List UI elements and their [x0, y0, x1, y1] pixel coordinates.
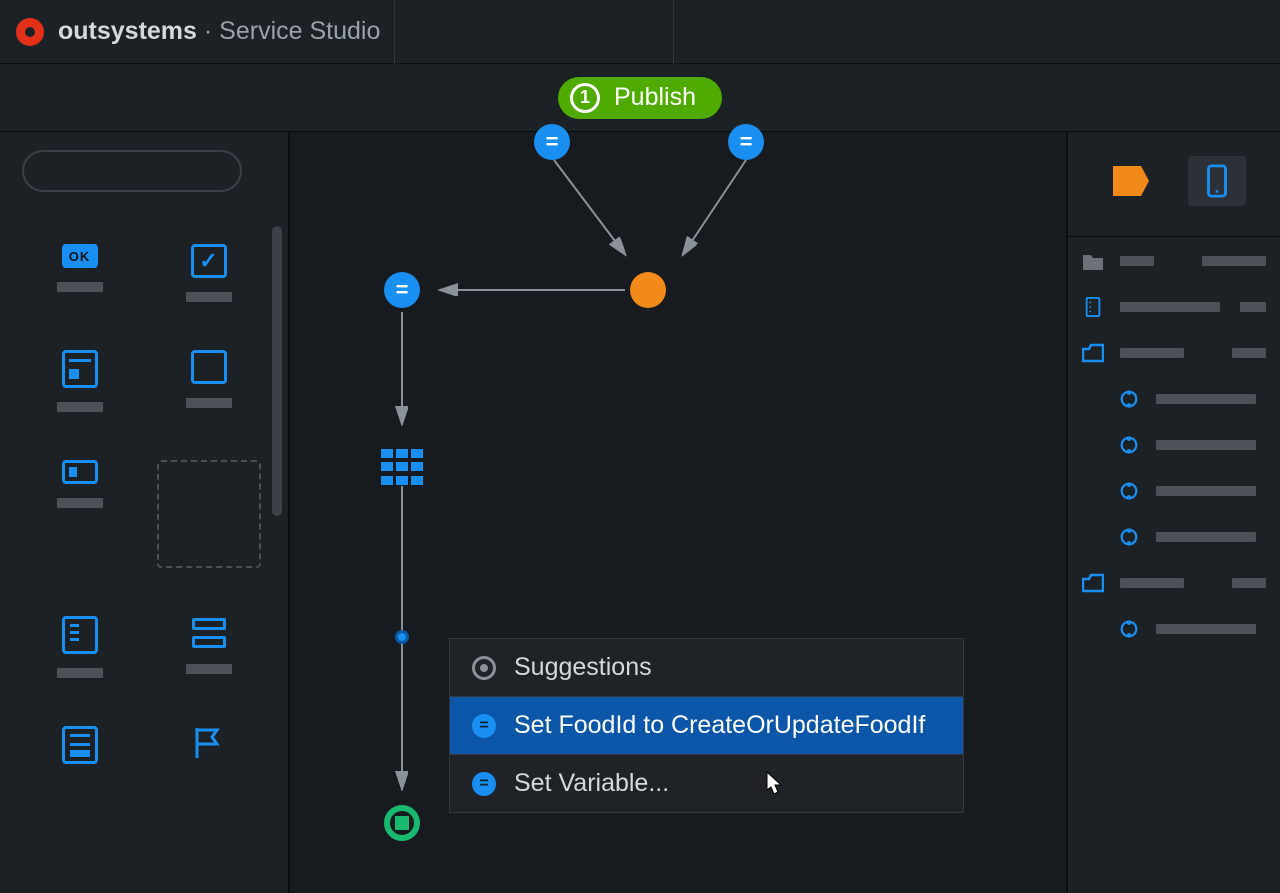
outsystems-logo-icon	[16, 18, 44, 46]
action-icon	[1118, 481, 1140, 501]
tool-list[interactable]	[22, 616, 137, 678]
tab-interface[interactable]	[1188, 156, 1246, 206]
action-icon	[1118, 619, 1140, 639]
suggestion-label: Set FoodId to CreateOrUpdateFoodIf	[514, 711, 925, 740]
placeholder-dropzone[interactable]	[157, 460, 261, 568]
aggregate-node[interactable]	[381, 448, 423, 486]
tree-row-folder[interactable]	[1068, 251, 1280, 271]
tree-row-module-2[interactable]	[1068, 573, 1280, 593]
publish-button[interactable]: 1 Publish	[558, 77, 722, 119]
suggestion-item-1[interactable]: = Set Variable...	[450, 755, 963, 812]
tab-processes[interactable]	[1102, 156, 1160, 206]
tree-row-action-4[interactable]	[1068, 527, 1280, 547]
tool-editable-table[interactable]	[22, 726, 137, 764]
action-icon	[1118, 389, 1140, 409]
tree-row-action-5[interactable]	[1068, 619, 1280, 639]
publish-label: Publish	[614, 83, 696, 112]
tree-row-action-2[interactable]	[1068, 435, 1280, 455]
mobile-icon	[1197, 164, 1237, 198]
tool-button[interactable]: OK	[22, 244, 137, 302]
widget-toolbox: OK	[0, 132, 290, 893]
toolbox-scrollbar[interactable]	[272, 226, 282, 516]
publish-step-badge: 1	[570, 83, 600, 113]
mouse-cursor-icon	[760, 770, 786, 800]
tool-flag[interactable]	[151, 726, 266, 764]
suggestions-header: Suggestions	[450, 639, 963, 696]
if-node[interactable]	[630, 272, 666, 308]
assign-icon: =	[472, 714, 496, 738]
radio-icon	[472, 656, 496, 680]
flow-canvas[interactable]: = = = Suggestions = Set FoodId to Create…	[290, 132, 1066, 893]
server-icon	[1082, 297, 1104, 317]
insert-point[interactable]	[395, 630, 409, 644]
tree-row-server[interactable]	[1068, 297, 1280, 317]
app-tab[interactable]	[394, 0, 674, 64]
tool-form[interactable]	[22, 350, 137, 412]
assign-node-3[interactable]: =	[384, 272, 420, 308]
assign-node-2[interactable]: =	[728, 124, 764, 160]
tree-row-module[interactable]	[1068, 343, 1280, 363]
action-icon	[1118, 435, 1140, 455]
title-bar: outsystems · Service Studio	[0, 0, 1280, 64]
suggestions-title: Suggestions	[514, 653, 652, 682]
tool-checkbox[interactable]	[151, 244, 266, 302]
module-icon	[1082, 343, 1104, 363]
module-icon	[1082, 573, 1104, 593]
suggestion-label: Set Variable...	[514, 769, 669, 798]
tool-input[interactable]	[22, 460, 137, 568]
end-node[interactable]	[384, 805, 420, 841]
suggestions-popup: Suggestions = Set FoodId to CreateOrUpda…	[449, 638, 964, 813]
product-name: Service Studio	[219, 17, 380, 46]
flag-icon	[193, 726, 225, 760]
folder-icon	[1082, 251, 1104, 271]
tool-list-item[interactable]	[151, 616, 266, 678]
tool-container[interactable]	[151, 350, 266, 412]
right-panel	[1066, 132, 1280, 893]
assign-icon: =	[472, 772, 496, 796]
toolbar: 1 Publish	[0, 64, 1280, 132]
tree-row-action-3[interactable]	[1068, 481, 1280, 501]
process-icon	[1111, 164, 1151, 198]
assign-node-1[interactable]: =	[534, 124, 570, 160]
suggestion-item-0[interactable]: = Set FoodId to CreateOrUpdateFoodIf	[450, 697, 963, 754]
search-input[interactable]	[22, 150, 242, 192]
action-icon	[1118, 527, 1140, 547]
element-tree	[1068, 237, 1280, 653]
tool-placeholder[interactable]	[151, 460, 266, 568]
tree-row-action-1[interactable]	[1068, 389, 1280, 409]
brand-name: outsystems	[58, 17, 197, 46]
